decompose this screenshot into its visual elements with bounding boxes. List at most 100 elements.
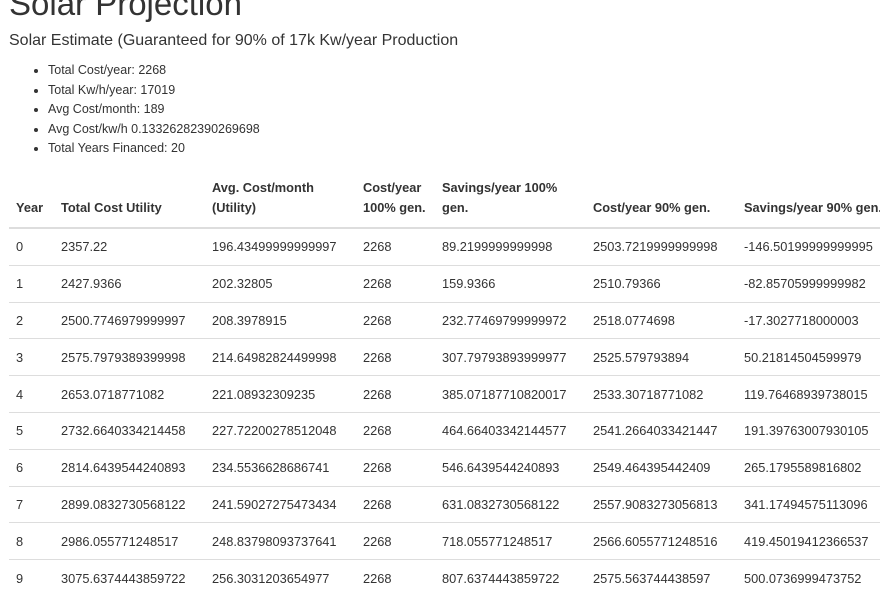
table-row: 3 2575.7979389399998 214.64982824499998 …: [9, 338, 880, 376]
cell-savings-year-90: 419.45019412366537: [737, 522, 880, 560]
summary-avg-cost-kwh: Avg Cost/kw/h 0.13326282390269698: [48, 120, 260, 140]
cell-cost-year-100: 2268: [356, 338, 435, 376]
summary-total-cost-year: Total Cost/year: 2268: [48, 61, 260, 81]
cell-year: 5: [9, 411, 54, 450]
col-header-savings-year-100: Savings/year 100% gen.: [435, 173, 586, 229]
col-header-savings-year-90: Savings/year 90% gen.: [737, 173, 880, 229]
cell-avg-cost-month: 227.72200278512048: [205, 411, 356, 450]
summary-total-years-financed: Total Years Financed: 20: [48, 139, 260, 159]
table-row: 5 2732.6640334214458 227.72200278512048 …: [9, 411, 880, 450]
cell-cost-year-90: 2557.9083273056813: [586, 485, 737, 523]
cell-year: 7: [9, 485, 54, 523]
cell-avg-cost-month: 241.59027275473434: [205, 485, 356, 523]
table-row: 6 2814.6439544240893 234.5536628686741 2…: [9, 448, 880, 487]
cell-cost-year-90: 2541.2664033421447: [586, 411, 737, 450]
cell-total-cost-utility: 3075.6374443859722: [54, 559, 205, 596]
cell-avg-cost-month: 221.08932309235: [205, 375, 356, 413]
projection-table-container: Year Total Cost Utility Avg. Cost/month …: [9, 173, 880, 596]
cell-savings-year-100: 807.6374443859722: [435, 559, 586, 596]
cell-cost-year-100: 2268: [356, 375, 435, 413]
page-subtitle: Solar Estimate (Guaranteed for 90% of 17…: [9, 32, 459, 49]
table-row: 2 2500.7746979999997 208.3978915 2268 23…: [9, 301, 880, 339]
table-row: 4 2653.0718771082 221.08932309235 2268 3…: [9, 375, 880, 413]
table-header: Year Total Cost Utility Avg. Cost/month …: [9, 173, 880, 229]
table-row: 8 2986.055771248517 248.83798093737641 2…: [9, 522, 880, 560]
cell-total-cost-utility: 2986.055771248517: [54, 522, 205, 560]
projection-table: Year Total Cost Utility Avg. Cost/month …: [9, 173, 880, 596]
cell-cost-year-90: 2525.579793894: [586, 338, 737, 376]
cell-total-cost-utility: 2427.9366: [54, 264, 205, 303]
summary-total-kwh-year: Total Kw/h/year: 17019: [48, 81, 260, 101]
col-header-year: Year: [9, 173, 54, 229]
summary-avg-cost-month: Avg Cost/month: 189: [48, 100, 260, 120]
cell-cost-year-100: 2268: [356, 485, 435, 523]
cell-year: 9: [9, 559, 54, 596]
cell-savings-year-90: 119.76468939738015: [737, 375, 880, 413]
cell-avg-cost-month: 248.83798093737641: [205, 522, 356, 560]
cell-savings-year-90: 341.17494575113096: [737, 485, 880, 523]
cell-total-cost-utility: 2814.6439544240893: [54, 448, 205, 487]
table-row: 0 2357.22 196.43499999999997 2268 89.219…: [9, 228, 880, 265]
col-header-cost-year-90: Cost/year 90% gen.: [586, 173, 737, 229]
cell-cost-year-100: 2268: [356, 522, 435, 560]
cell-savings-year-100: 385.07187710820017: [435, 375, 586, 413]
cell-cost-year-100: 2268: [356, 301, 435, 339]
cell-cost-year-100: 2268: [356, 448, 435, 487]
cell-savings-year-90: -82.85705999999982: [737, 264, 880, 303]
cell-avg-cost-month: 196.43499999999997: [212, 239, 337, 255]
cell-year: 3: [9, 338, 54, 376]
cell-savings-year-100: 89.2199999999998: [442, 239, 553, 255]
cell-cost-year-90: 2533.30718771082: [586, 375, 737, 413]
col-header-avg-cost-month: Avg. Cost/month (Utility): [205, 173, 356, 229]
cell-cost-year-90: 2575.563744438597: [586, 559, 737, 596]
cell-savings-year-90: -146.50199999999995: [744, 239, 873, 255]
cell-savings-year-90: 500.0736999473752: [737, 559, 880, 596]
cell-cost-year-100: 2268: [363, 239, 392, 255]
cell-avg-cost-month: 208.3978915: [205, 301, 356, 339]
cell-savings-year-100: 159.9366: [435, 264, 586, 303]
cell-year: 8: [9, 522, 54, 560]
cell-savings-year-90: 191.39763007930105: [737, 411, 880, 450]
table-row: 1 2427.9366 202.32805 2268 159.9366 2510…: [9, 264, 880, 303]
cell-cost-year-90: 2518.0774698: [586, 301, 737, 339]
cell-cost-year-100: 2268: [356, 264, 435, 303]
cell-year: 6: [9, 448, 54, 487]
col-header-total-cost-utility: Total Cost Utility: [54, 173, 205, 229]
cell-savings-year-100: 631.0832730568122: [435, 485, 586, 523]
cell-total-cost-utility: 2500.7746979999997: [54, 301, 205, 339]
cell-savings-year-100: 307.79793893999977: [435, 338, 586, 376]
cell-cost-year-100: 2268: [356, 559, 435, 596]
page-title: Solar Projection: [9, 0, 242, 22]
cell-savings-year-90: -17.3027718000003: [737, 301, 880, 339]
cell-savings-year-90: 265.1795589816802: [737, 448, 880, 487]
cell-cost-year-90: 2503.7219999999998: [593, 239, 718, 255]
cell-cost-year-90: 2549.464395442409: [586, 448, 737, 487]
cell-savings-year-100: 546.6439544240893: [435, 448, 586, 487]
col-header-cost-year-100: Cost/year 100% gen.: [356, 173, 435, 229]
table-header-row: Year Total Cost Utility Avg. Cost/month …: [9, 173, 880, 229]
cell-savings-year-90: 50.21814504599979: [737, 338, 880, 376]
cell-year: 2: [9, 301, 54, 339]
cell-avg-cost-month: 234.5536628686741: [205, 448, 356, 487]
cell-total-cost-utility: 2575.7979389399998: [54, 338, 205, 376]
cell-savings-year-100: 464.66403342144577: [435, 411, 586, 450]
cell-cost-year-90: 2566.6055771248516: [586, 522, 737, 560]
cell-year: 4: [9, 375, 54, 413]
cell-savings-year-100: 232.77469799999972: [435, 301, 586, 339]
cell-avg-cost-month: 256.3031203654977: [205, 559, 356, 596]
cell-total-cost-utility: 2732.6640334214458: [54, 411, 205, 450]
cell-total-cost-utility: 2653.0718771082: [54, 375, 205, 413]
table-row: 9 3075.6374443859722 256.3031203654977 2…: [9, 559, 880, 596]
cell-cost-year-90: 2510.79366: [586, 264, 737, 303]
cell-year: 0: [16, 239, 24, 255]
cell-total-cost-utility: 2357.22: [61, 239, 108, 255]
summary-list: Total Cost/year: 2268 Total Kw/h/year: 1…: [30, 61, 260, 159]
table-row: 7 2899.0832730568122 241.59027275473434 …: [9, 485, 880, 523]
cell-savings-year-100: 718.055771248517: [435, 522, 586, 560]
cell-year: 1: [9, 264, 54, 303]
cell-cost-year-100: 2268: [356, 411, 435, 450]
cell-avg-cost-month: 214.64982824499998: [205, 338, 356, 376]
cell-total-cost-utility: 2899.0832730568122: [54, 485, 205, 523]
table-body: 0 2357.22 196.43499999999997 2268 89.219…: [9, 228, 880, 596]
cell-avg-cost-month: 202.32805: [205, 264, 356, 303]
